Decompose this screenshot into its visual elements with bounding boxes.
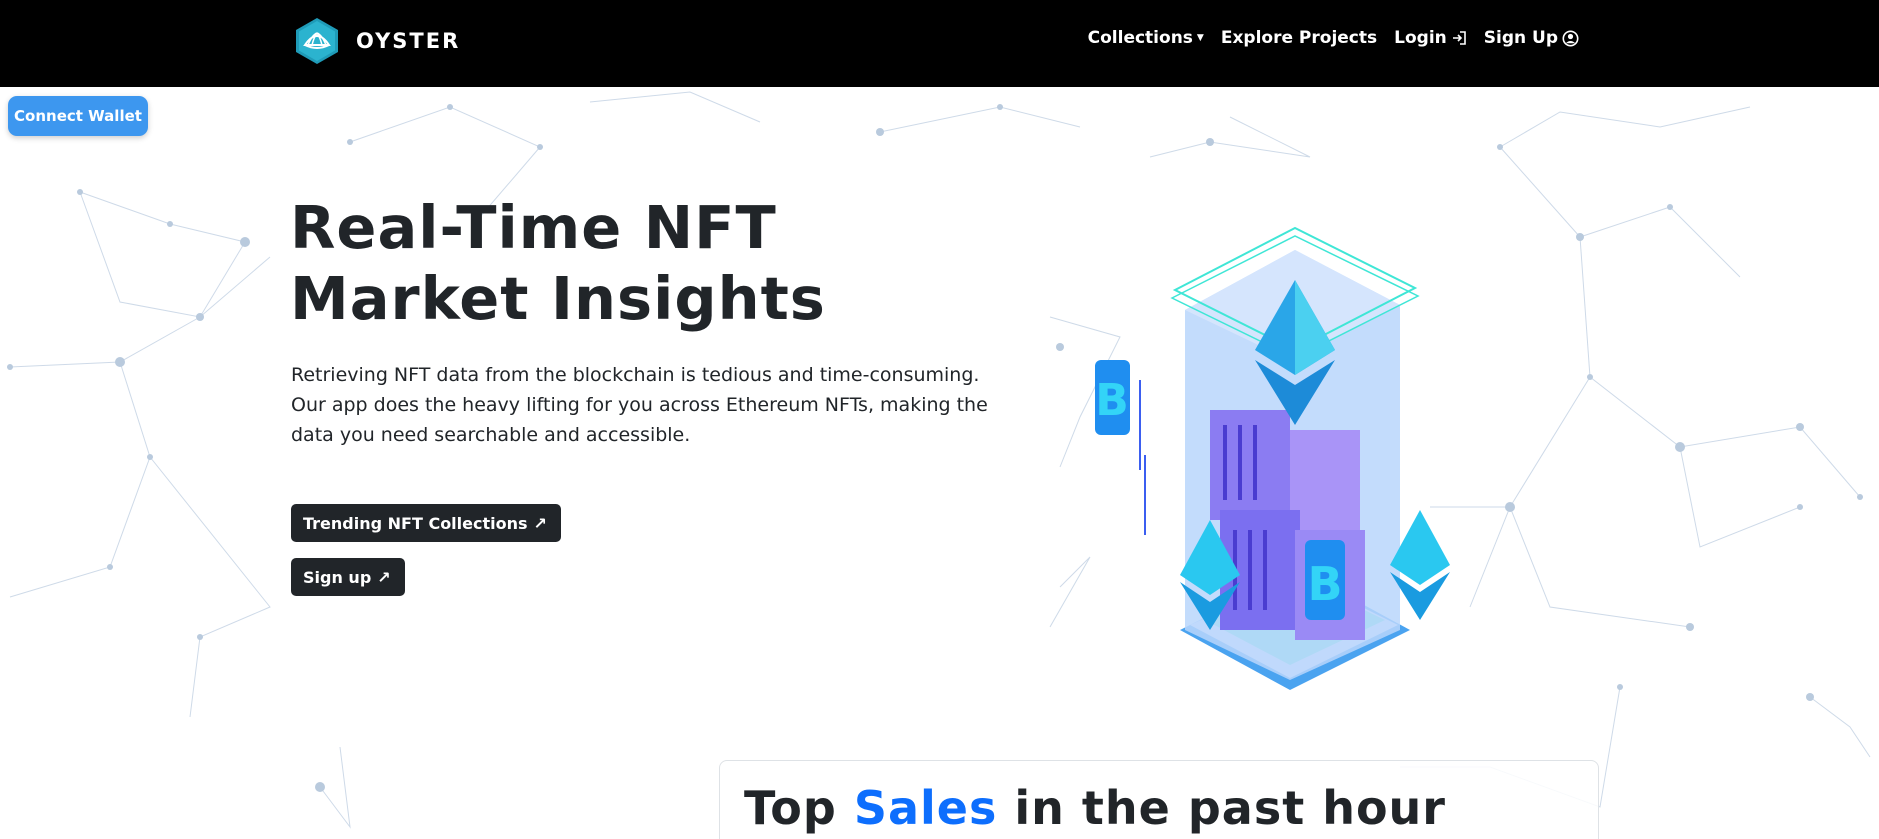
bitcoin-icon: B (1305, 540, 1345, 620)
trending-collections-label: Trending NFT Collections (303, 513, 528, 533)
caret-down-icon: ▼ (1196, 33, 1204, 43)
signup-button[interactable]: Sign up ↗ (291, 558, 405, 596)
arrow-up-right-icon: ↗ (533, 513, 547, 533)
connect-wallet-button[interactable]: Connect Wallet (8, 96, 148, 136)
top-sales-accent: Sales (853, 781, 998, 835)
svg-text:B: B (1095, 375, 1129, 426)
top-sales-heading: Top Sales in the past hour (744, 781, 1446, 835)
nav-collections-label: Collections (1087, 28, 1193, 48)
oyster-shell-icon (296, 18, 338, 64)
hero-title-line1: Real-Time NFT (290, 193, 777, 262)
nav-signup-label: Sign Up (1483, 28, 1558, 48)
nav-links: Collections ▼ Explore Projects Login Sig… (1088, 28, 1579, 48)
signup-button-label: Sign up (303, 567, 372, 587)
top-sales-prefix: Top (744, 781, 854, 835)
nav-explore-projects[interactable]: Explore Projects (1221, 28, 1377, 48)
hero-title: Real-Time NFT Market Insights (290, 192, 930, 334)
nav-signup[interactable]: Sign Up (1484, 28, 1579, 48)
hero-description: Retrieving NFT data from the blockchain … (291, 364, 988, 446)
arrow-up-right-icon: ↗ (377, 567, 391, 587)
trending-collections-button[interactable]: Trending NFT Collections ↗ (291, 504, 561, 542)
brand[interactable]: OYSTER (294, 17, 460, 65)
bitcoin-icon: B (1095, 360, 1130, 435)
brand-name: OYSTER (356, 29, 461, 53)
nav-explore-label: Explore Projects (1220, 28, 1378, 48)
nft-crypto-illustration: B B (1095, 226, 1450, 690)
hero-title-line2: Market Insights (290, 264, 826, 333)
network-background (7, 91, 1871, 829)
nav-login[interactable]: Login (1394, 28, 1467, 48)
user-circle-icon (1562, 30, 1579, 46)
nav-login-label: Login (1394, 28, 1447, 48)
login-arrow-icon (1452, 31, 1466, 45)
nav-collections-dropdown[interactable]: Collections ▼ (1088, 28, 1204, 48)
top-sales-suffix: in the past hour (997, 781, 1446, 835)
top-navbar: OYSTER Collections ▼ Explore Projects Lo… (0, 0, 1879, 87)
svg-text:B: B (1307, 557, 1342, 611)
